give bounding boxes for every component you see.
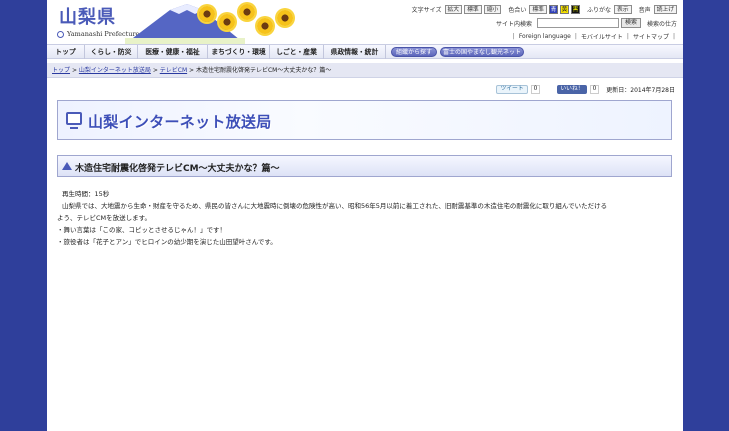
- banner-title: 山梨インターネット放送局: [88, 113, 272, 131]
- color-standard-button[interactable]: 標準: [529, 5, 547, 14]
- search-help-link[interactable]: 検索の仕方: [647, 19, 677, 28]
- nav-item-health[interactable]: 医療・健康・福祉: [138, 45, 208, 59]
- accessibility-row: 文字サイズ 拡大 標準 縮小 色合い 標準 青 黄 黒 ふりがな 表示 音声 読…: [407, 5, 677, 14]
- color-black-button[interactable]: 黒: [570, 5, 580, 14]
- sitemap-link[interactable]: サイトマップ: [633, 32, 669, 41]
- search-row: サイト内検索 検索 検索の仕方: [496, 18, 677, 28]
- global-nav: トップ くらし・防災 医療・健康・福祉 まちづくり・環境 しごと・産業 県政情報…: [47, 44, 683, 59]
- page: 山梨県 Yamanashi Prefecture 文字サイズ 拡大 標準 縮小 …: [47, 0, 683, 431]
- body-paragraph: 山梨県では、大地震から生命・財産を守るため、県民の皆さんに大地震時に倒壊の危険性…: [62, 202, 608, 210]
- utility-tools: 文字サイズ 拡大 標準 縮小 色合い 標準 青 黄 黒 ふりがな 表示 音声 読…: [407, 5, 677, 41]
- header: 山梨県 Yamanashi Prefecture 文字サイズ 拡大 標準 縮小 …: [47, 0, 683, 44]
- font-enlarge-button[interactable]: 拡大: [444, 5, 463, 14]
- sunflower-icon: [257, 18, 273, 34]
- like-count: 0: [589, 84, 600, 94]
- social-bar: ツイート 0 いいね！ 0 更新日：2014年7月28日: [496, 84, 675, 94]
- foreign-language-link[interactable]: Foreign language: [519, 33, 571, 40]
- voice-button[interactable]: 読上げ: [653, 5, 677, 14]
- tourism-net-button[interactable]: 富士の国やまなし観光ネット: [440, 47, 524, 57]
- bullet-item: ・旅役者は「花子とアン」でヒロインの幼少期を演じた山田望叶さんです。: [57, 238, 277, 246]
- updated-date: 更新日：2014年7月28日: [606, 86, 675, 94]
- broadcast-banner: 山梨インターネット放送局: [57, 100, 672, 140]
- nav-item-top[interactable]: トップ: [47, 45, 85, 59]
- tweet-button[interactable]: ツイート: [496, 84, 528, 94]
- color-label: 色合い: [508, 7, 527, 14]
- sunflower-icon: [219, 14, 235, 30]
- sunflower-icon: [199, 6, 215, 22]
- nav-item-government[interactable]: 県政情報・統計: [324, 45, 386, 59]
- site-search-label: サイト内検索: [495, 20, 532, 28]
- search-button[interactable]: 検索: [620, 18, 641, 28]
- color-blue-button[interactable]: 青: [548, 5, 558, 14]
- breadcrumb-current: 木造住宅耐震化啓発テレビCM～大丈夫かな？篇～: [195, 67, 332, 74]
- tv-monitor-icon: [66, 112, 82, 129]
- font-size-label: 文字サイズ: [411, 7, 442, 14]
- facebook-like-button[interactable]: いいね！: [557, 84, 587, 94]
- font-shrink-button[interactable]: 縮小: [483, 5, 502, 14]
- organization-search-button[interactable]: 組織から探す: [391, 47, 437, 57]
- sunflower-icon: [277, 10, 293, 26]
- breadcrumb-link-broadcast[interactable]: 山梨インターネット放送局: [79, 67, 151, 74]
- font-standard-button[interactable]: 標準: [464, 5, 482, 14]
- breadcrumb-link-tvcm[interactable]: テレビCM: [160, 67, 187, 74]
- breadcrumb-link-top[interactable]: トップ: [52, 67, 70, 74]
- links-row: | Foreign language | モバイルサイト | サイトマップ |: [512, 32, 675, 41]
- section-title: 木造住宅耐震化啓発テレビCM～大丈夫かな？篇～: [75, 164, 280, 174]
- color-yellow-button[interactable]: 黄: [559, 5, 569, 14]
- nav-item-living[interactable]: くらし・防災: [85, 45, 138, 59]
- mountain-icon: [62, 162, 72, 170]
- logo-kanji: 山梨県: [59, 7, 116, 28]
- article-body: 再生時間：15秒 山梨県では、大地震から生命・財産を守るため、県民の皆さんに大地…: [57, 188, 672, 248]
- voice-label: 音声: [638, 7, 651, 14]
- tweet-count: 0: [530, 84, 541, 94]
- furigana-button[interactable]: 表示: [613, 5, 632, 14]
- breadcrumb: トップ > 山梨インターネット放送局 > テレビCM > 木造住宅耐震化啓発テレ…: [47, 63, 683, 78]
- mobile-site-link[interactable]: モバイルサイト: [581, 32, 623, 41]
- body-paragraph-cont: よう、テレビCMを放送します。: [57, 214, 151, 222]
- furigana-label: ふりがな: [586, 7, 611, 14]
- search-input[interactable]: [536, 18, 619, 28]
- bullet-item: ・舞い言葉は「この家、コピッとさせるじゃん！」です！: [57, 226, 226, 234]
- section-heading: 木造住宅耐震化啓発テレビCM～大丈夫かな？篇～: [57, 155, 672, 177]
- prefecture-emblem-icon: [57, 31, 64, 38]
- nav-item-work[interactable]: しごと・産業: [270, 45, 324, 59]
- nav-item-town[interactable]: まちづくり・環境: [208, 45, 270, 59]
- sunflower-icon: [239, 4, 255, 20]
- play-time: 再生時間：15秒: [62, 190, 110, 198]
